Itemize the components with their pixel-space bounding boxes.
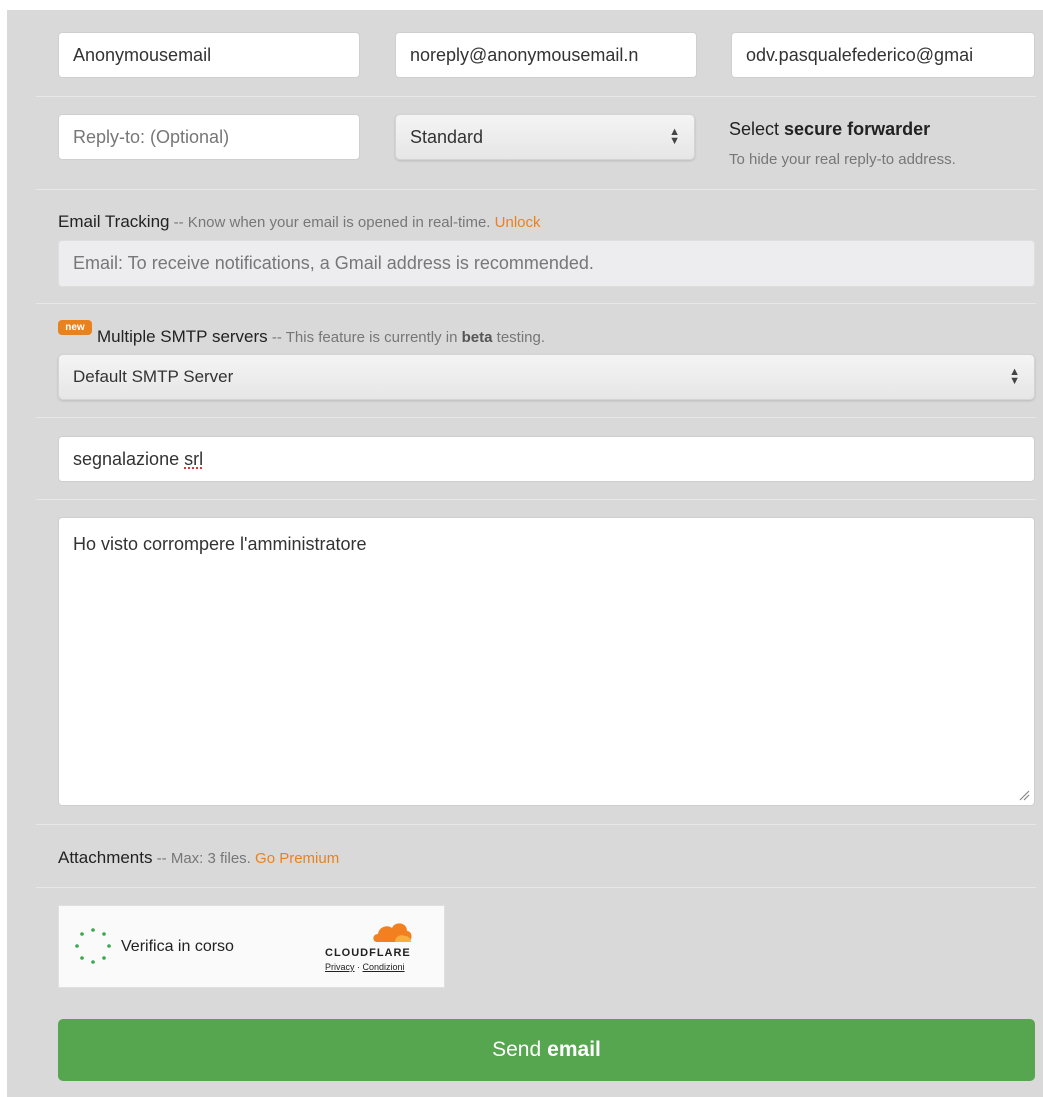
terms-link[interactable]: Condizioni bbox=[363, 962, 405, 972]
attachments-label: Attachments bbox=[58, 848, 153, 867]
captcha-links: Privacy · Condizioni bbox=[325, 962, 405, 972]
divider bbox=[36, 189, 1036, 190]
attachments-label-row: Attachments -- Max: 3 files. Go Premium bbox=[58, 848, 340, 867]
smtp-label-row: Multiple SMTP servers -- This feature is… bbox=[97, 327, 546, 346]
go-premium-link[interactable]: Go Premium bbox=[255, 850, 339, 867]
reply-to-input[interactable]: Reply-to: (Optional) bbox=[58, 114, 360, 160]
cloudflare-captcha[interactable]: Verifica in corso CLOUDFLARE Privacy · C… bbox=[58, 905, 445, 988]
cloudflare-cloud-icon bbox=[373, 923, 412, 942]
divider bbox=[36, 96, 1036, 97]
tracking-unlock-link[interactable]: Unlock bbox=[495, 214, 541, 231]
from-email-value: noreply@anonymousemail.n bbox=[410, 44, 639, 65]
forwarder-hint: To hide your real reply-to address. bbox=[729, 151, 956, 168]
privacy-link[interactable]: Privacy bbox=[325, 962, 355, 972]
forwarder-select[interactable]: Standard ▲ ▼ bbox=[395, 114, 695, 160]
divider bbox=[36, 824, 1036, 825]
reply-to-placeholder: Reply-to: (Optional) bbox=[73, 126, 230, 147]
tracking-label: Email Tracking bbox=[58, 212, 170, 231]
resize-handle-icon[interactable] bbox=[1018, 789, 1030, 801]
forwarder-title: Select secure forwarder bbox=[729, 119, 931, 139]
divider bbox=[36, 887, 1036, 888]
subject-input[interactable]: segnalazione srl bbox=[58, 436, 1035, 482]
smtp-selected-value: Default SMTP Server bbox=[73, 367, 234, 386]
sender-name-input[interactable]: Anonymousemail bbox=[58, 32, 360, 78]
forwarder-selected-value: Standard bbox=[410, 126, 484, 147]
select-arrows-icon: ▲ ▼ bbox=[1009, 366, 1020, 387]
subject-value: segnalazione srl bbox=[73, 448, 204, 469]
send-email-button[interactable]: Send email bbox=[58, 1019, 1035, 1081]
message-value: Ho visto corrompere l'amministratore bbox=[73, 534, 367, 554]
smtp-server-select[interactable]: Default SMTP Server ▲ ▼ bbox=[58, 354, 1035, 400]
loading-spinner-icon bbox=[75, 928, 111, 964]
cloudflare-brand: CLOUDFLARE bbox=[325, 947, 411, 959]
smtp-label: Multiple SMTP servers bbox=[97, 327, 268, 346]
to-email-value: odv.pasqualefederico@gmai bbox=[746, 44, 974, 65]
from-email-input[interactable]: noreply@anonymousemail.n bbox=[395, 32, 697, 78]
divider bbox=[36, 499, 1036, 500]
select-arrows-icon: ▲ ▼ bbox=[669, 126, 680, 147]
new-badge: new bbox=[58, 320, 92, 335]
message-textarea[interactable]: Ho visto corrompere l'amministratore bbox=[58, 517, 1035, 806]
divider bbox=[36, 303, 1036, 304]
tracking-email-input[interactable]: Email: To receive notifications, a Gmail… bbox=[58, 240, 1035, 287]
sender-name-value: Anonymousemail bbox=[73, 44, 212, 65]
tracking-label-row: Email Tracking -- Know when your email i… bbox=[58, 212, 541, 232]
to-email-input[interactable]: odv.pasqualefederico@gmai bbox=[731, 32, 1035, 78]
captcha-status: Verifica in corso bbox=[121, 938, 234, 955]
divider bbox=[36, 417, 1036, 418]
tracking-email-placeholder: Email: To receive notifications, a Gmail… bbox=[73, 253, 594, 273]
tracking-note: -- Know when your email is opened in rea… bbox=[169, 214, 495, 231]
